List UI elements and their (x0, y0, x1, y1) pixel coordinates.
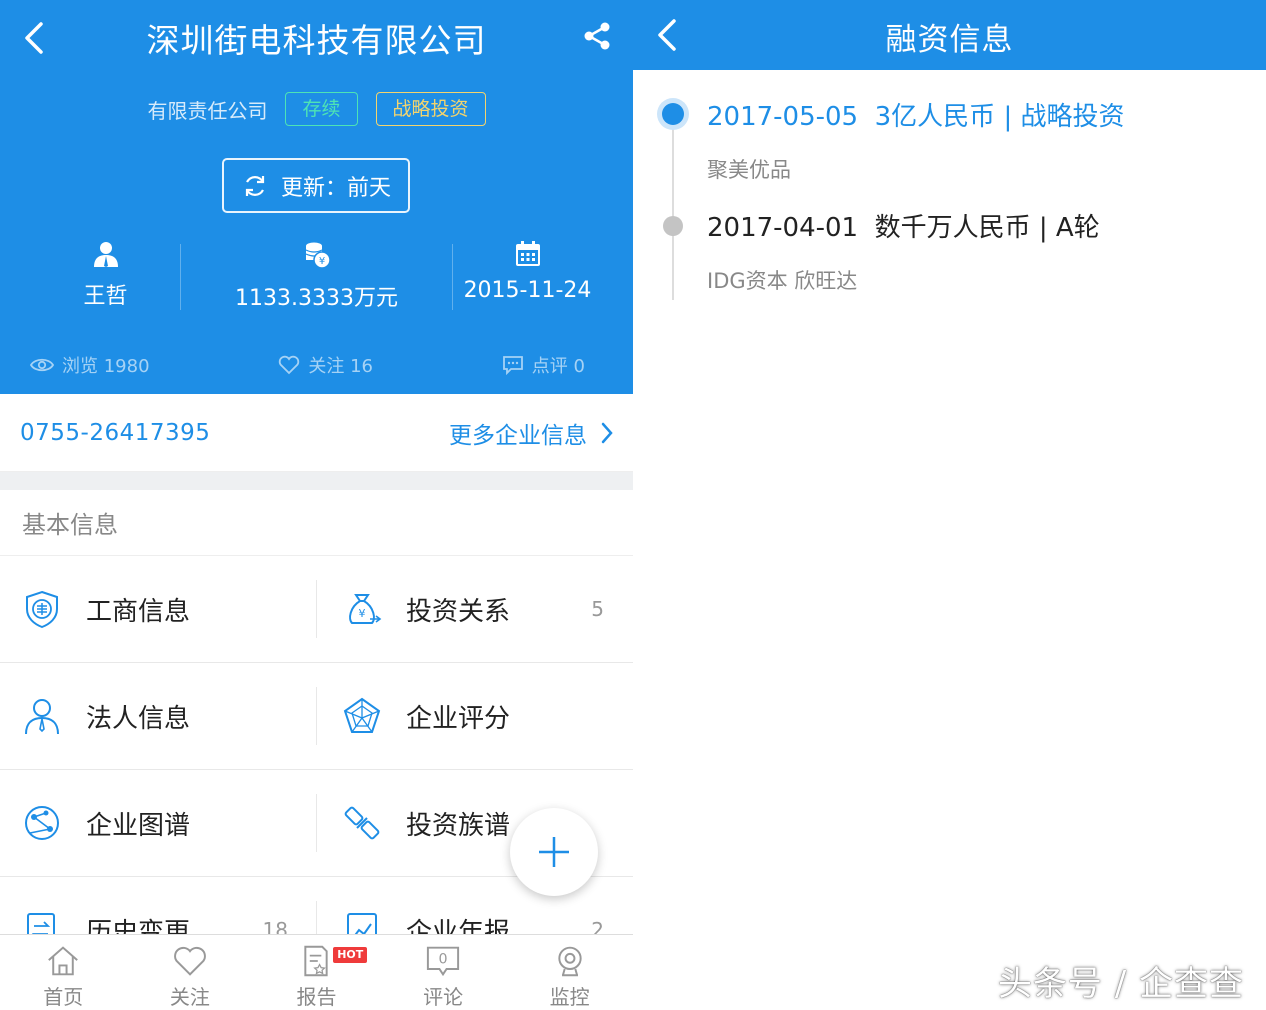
coins-icon: ¥ (305, 242, 331, 269)
hot-badge: HOT (333, 947, 368, 963)
business-info-item[interactable]: 工商信息 (0, 556, 316, 662)
timeline-line (672, 114, 674, 300)
grid-item-label: 投资关系 (406, 596, 511, 627)
tab-monitor[interactable]: 监控 (506, 935, 633, 1010)
event-date: 2017-04-01 (707, 213, 859, 243)
more-info-link[interactable]: 更多企业信息 (449, 416, 613, 450)
event-amount-round: 数千万人民币 | A轮 (874, 213, 1100, 243)
section-spacer (0, 472, 633, 490)
company-counters: 浏览 1980 关注 16 点评 0 (0, 352, 633, 378)
event-amount-round: 3亿人民币 | 战略投资 (874, 102, 1125, 132)
pentagon-icon (342, 696, 382, 736)
capital-stat: ¥ 1133.3333万元 (211, 240, 422, 315)
info-grid: 工商信息 ¥ 投资关系 5 法人信息 企业评分 企业图谱 投资族谱 历史变更 1… (0, 556, 633, 984)
svg-text:¥: ¥ (359, 607, 366, 620)
section-title: 基本信息 (0, 490, 633, 556)
event-date: 2017-05-05 (707, 102, 859, 132)
eye-icon (30, 358, 54, 372)
grid-row: 法人信息 企业评分 (0, 663, 633, 770)
phone-link[interactable]: 0755-26417395 (20, 420, 210, 446)
tab-label: 报告 (296, 985, 337, 1009)
plus-icon (539, 837, 569, 867)
follows-counter[interactable]: 关注 16 (278, 352, 373, 378)
person-outline-icon (22, 696, 62, 736)
svg-text:¥: ¥ (318, 256, 324, 267)
comment-icon (502, 356, 523, 375)
comments-label: 点评 0 (531, 356, 585, 377)
divider (180, 244, 181, 310)
tab-label: 首页 (43, 985, 84, 1009)
legal-rep-item[interactable]: 法人信息 (0, 663, 316, 769)
bottom-tab-bar: 首页 关注 HOT 报告 0 评论 监控 (0, 934, 633, 1010)
link-icon (342, 803, 382, 843)
views-label: 浏览 1980 (62, 356, 150, 377)
grid-item-label: 工商信息 (86, 596, 191, 627)
financing-header: 融资信息 (633, 0, 1266, 70)
company-type: 有限责任公司 (147, 98, 268, 123)
home-icon (48, 946, 79, 976)
event-headline: 2017-04-01 数千万人民币 | A轮 (707, 207, 1100, 244)
legal-rep-value: 王哲 (83, 284, 128, 309)
graph-circle-icon (22, 803, 62, 843)
company-name: 深圳街电科技有限公司 (146, 21, 487, 60)
event-investors: IDG资本 欣旺达 (707, 269, 858, 293)
tab-label: 监控 (549, 985, 590, 1009)
grid-item-label: 投资族谱 (406, 810, 511, 841)
grid-row: 工商信息 ¥ 投资关系 5 (0, 556, 633, 663)
tab-home[interactable]: 首页 (0, 935, 127, 1010)
grid-item-label: 法人信息 (86, 703, 191, 734)
page-title: 融资信息 (885, 22, 1014, 58)
tab-label: 关注 (169, 985, 210, 1009)
views-counter: 浏览 1980 (30, 352, 150, 378)
tab-label: 评论 (423, 985, 464, 1009)
comments-counter[interactable]: 点评 0 (502, 352, 585, 378)
tab-comment[interactable]: 0 评论 (380, 935, 507, 1010)
grid-item-label: 企业图谱 (86, 810, 191, 841)
investment-relations-item[interactable]: ¥ 投资关系 5 (316, 556, 632, 662)
refresh-icon (245, 175, 265, 196)
calendar-icon (515, 241, 540, 266)
share-button[interactable] (579, 18, 615, 54)
heart-icon (173, 946, 206, 976)
company-tags: 有限责任公司 存续 战略投资 (0, 92, 633, 126)
update-button[interactable]: 更新：前天 (222, 158, 410, 213)
follows-label: 关注 16 (308, 356, 373, 377)
business-seal-icon (22, 589, 62, 629)
person-icon (93, 242, 118, 267)
chevron-right-icon (601, 422, 613, 443)
investment-badge: 战略投资 (375, 92, 486, 126)
camera-icon (558, 946, 582, 977)
company-graph-item[interactable]: 企业图谱 (0, 770, 316, 876)
share-icon (584, 22, 610, 50)
comment-icon: 0 (426, 946, 460, 977)
founded-stat: 2015-11-24 (422, 240, 633, 315)
grid-item-label: 企业评分 (406, 703, 511, 734)
capital-value: 1133.3333万元 (235, 286, 398, 311)
financing-info-screen: 融资信息 2017-05-05 3亿人民币 | 战略投资 聚美优品 2017-0… (633, 0, 1266, 1010)
event-headline: 2017-05-05 3亿人民币 | 战略投资 (707, 96, 1124, 133)
company-header: 深圳街电科技有限公司 有限责任公司 存续 战略投资 更新：前天 王哲 ¥ 113… (0, 0, 633, 394)
timeline-dot (663, 216, 683, 236)
more-info-label: 更多企业信息 (449, 422, 587, 449)
founded-value: 2015-11-24 (463, 278, 592, 303)
heart-icon (279, 355, 300, 375)
report-icon (304, 945, 329, 977)
comment-count: 0 (439, 952, 448, 968)
status-badge: 存续 (285, 92, 358, 126)
update-label: 更新：前天 (280, 175, 391, 201)
tab-report[interactable]: HOT 报告 (253, 935, 380, 1010)
tab-follow[interactable]: 关注 (127, 935, 254, 1010)
money-bag-icon: ¥ (342, 589, 382, 629)
event-investors: 聚美优品 (707, 158, 791, 182)
company-detail-screen: 深圳街电科技有限公司 有限责任公司 存续 战略投资 更新：前天 王哲 ¥ 113… (0, 0, 633, 1010)
grid-item-count: 5 (591, 597, 604, 621)
company-stats: 王哲 ¥ 1133.3333万元 2015-11-24 (0, 240, 633, 315)
timeline-dot-active (657, 98, 689, 130)
contact-row: 0755-26417395 更多企业信息 (0, 394, 633, 472)
company-rating-item[interactable]: 企业评分 (316, 663, 632, 769)
add-fab-button[interactable] (510, 808, 598, 896)
watermark: 头条号 / 企查查 (997, 964, 1244, 1004)
